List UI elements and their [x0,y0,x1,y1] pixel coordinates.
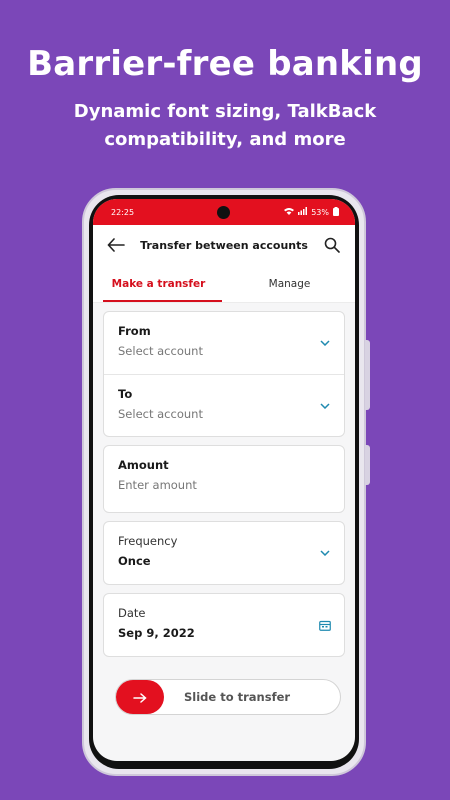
phone-side-button [365,445,370,485]
page-title: Transfer between accounts [140,238,308,252]
to-label: To [118,387,133,401]
from-placeholder: Select account [118,344,203,358]
calendar-icon[interactable] [318,618,332,632]
phone-screen: 22:25 53% Transfer between accounts Make… [93,199,355,761]
slider-handle[interactable] [116,680,164,714]
phone-bezel: 22:25 53% Transfer between accounts Make… [89,195,359,769]
arrow-right-icon [133,688,147,707]
amount-card: Amount Enter amount [103,445,345,513]
status-bar: 22:25 53% [93,199,355,225]
wifi-icon [284,207,295,217]
transfer-form: From Select account To Select account Am… [93,303,355,657]
date-label: Date [118,606,146,620]
frequency-label: Frequency [118,534,178,548]
to-account-select[interactable]: To Select account [104,374,344,436]
promo-headline: Barrier-free banking [27,44,423,84]
frequency-card: Frequency Once [103,521,345,585]
from-account-select[interactable]: From Select account [104,312,344,374]
slider-label: Slide to transfer [184,690,291,704]
search-icon[interactable] [321,234,343,256]
date-card: Date Sep 9, 2022 [103,593,345,657]
phone-side-button [365,340,370,410]
status-time: 22:25 [111,207,135,217]
amount-label: Amount [118,458,169,472]
battery-icon [333,206,339,218]
date-picker[interactable]: Date Sep 9, 2022 [104,594,344,656]
tab-make-a-transfer[interactable]: Make a transfer [93,265,224,302]
tab-bar: Make a transfer Manage [93,265,355,303]
arrow-left-icon[interactable] [105,234,127,256]
amount-placeholder: Enter amount [118,478,197,492]
battery-level: 53% [311,207,329,217]
date-value: Sep 9, 2022 [118,626,195,640]
promo-subhead: Dynamic font sizing, TalkBack compatibil… [73,101,377,150]
camera-cutout [217,206,230,219]
to-placeholder: Select account [118,407,203,421]
frequency-value: Once [118,554,151,568]
chevron-down-icon[interactable] [318,399,332,413]
from-label: From [118,324,151,338]
app-bar: Transfer between accounts [93,225,355,265]
frequency-select[interactable]: Frequency Once [104,522,344,584]
chevron-down-icon[interactable] [318,336,332,350]
amount-input[interactable]: Amount Enter amount [104,446,344,512]
slide-to-transfer[interactable]: Slide to transfer [115,679,341,715]
phone-frame: 22:25 53% Transfer between accounts Make… [82,188,370,776]
tab-manage[interactable]: Manage [224,265,355,302]
account-selection-card: From Select account To Select account [103,311,345,437]
status-icons: 53% [284,206,339,218]
signal-icon [298,207,308,217]
chevron-down-icon[interactable] [318,546,332,560]
